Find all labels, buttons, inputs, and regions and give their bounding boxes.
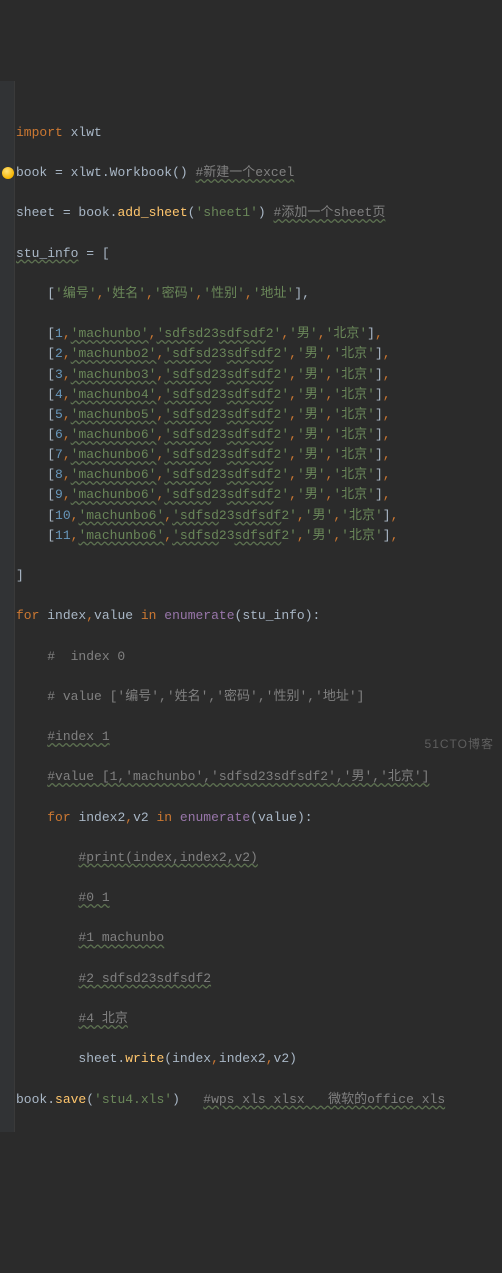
code-line: #4 北京 <box>16 1009 502 1029</box>
code-line: book.save('stu4.xls') #wps xls xlsx 微软的o… <box>16 1090 502 1110</box>
comment: #1 machunbo <box>78 930 164 945</box>
comment: #value [1,'machunbo','sdfsd23sdfsdf2','男… <box>47 769 429 784</box>
code-line: book = xlwt.Workbook() #新建一个excel <box>16 163 502 183</box>
var: book <box>16 165 47 180</box>
table-row: [2,'machunbo2','sdfsd23sdfsdf2','男','北京'… <box>16 344 502 364</box>
code-line: #value [1,'machunbo','sdfsd23sdfsdf2','男… <box>16 767 502 787</box>
comment: # index 0 <box>47 649 125 664</box>
comment: #添加一个sheet页 <box>274 205 386 220</box>
code-line: sheet = book.add_sheet('sheet1') #添加一个sh… <box>16 203 502 223</box>
code-line: #print(index,index2,v2) <box>16 848 502 868</box>
table-row: [1,'machunbo','sdfsd23sdfsdf2','男','北京']… <box>16 324 502 344</box>
keyword: import <box>16 125 63 140</box>
data-rows: [1,'machunbo','sdfsd23sdfsdf2','男','北京']… <box>16 324 502 546</box>
code-line: for index,value in enumerate(stu_info): <box>16 606 502 626</box>
code-line: ] <box>16 566 502 586</box>
string: 'sheet1' <box>195 205 257 220</box>
comment: #新建一个excel <box>196 165 295 180</box>
code-line: sheet.write(index,index2,v2) <box>16 1049 502 1069</box>
comment: #0 1 <box>78 890 109 905</box>
table-row: [6,'machunbo6','sdfsd23sdfsdf2','男','北京'… <box>16 425 502 445</box>
comment: #index 1 <box>47 729 109 744</box>
module: xlwt <box>71 125 102 140</box>
code-editor[interactable]: import xlwt book = xlwt.Workbook() #新建一个… <box>0 81 502 1132</box>
code-line: for index2,v2 in enumerate(value): <box>16 808 502 828</box>
code-line: #1 machunbo <box>16 928 502 948</box>
builtin: enumerate <box>180 810 250 825</box>
comment: #2 sdfsd23sdfsdf2 <box>78 971 211 986</box>
class: Workbook <box>110 165 172 180</box>
table-row: [7,'machunbo6','sdfsd23sdfsdf2','男','北京'… <box>16 445 502 465</box>
table-row: [9,'machunbo6','sdfsd23sdfsdf2','男','北京'… <box>16 485 502 505</box>
comment: #wps xls xlsx 微软的office xls <box>203 1092 445 1107</box>
gutter <box>0 81 15 1132</box>
table-row: [5,'machunbo5','sdfsd23sdfsdf2','男','北京'… <box>16 405 502 425</box>
code-line: # index 0 <box>16 647 502 667</box>
table-row: [3,'machunbo3','sdfsd23sdfsdf2','男','北京'… <box>16 365 502 385</box>
table-row: [8,'machunbo6','sdfsd23sdfsdf2','男','北京'… <box>16 465 502 485</box>
watermark: 51CTO博客 <box>425 735 494 754</box>
builtin: enumerate <box>164 608 234 623</box>
table-row: [11,'machunbo6','sdfsd23sdfsdf2','男','北京… <box>16 526 502 546</box>
code-line: import xlwt <box>16 123 502 143</box>
bulb-icon[interactable] <box>2 167 14 179</box>
code-line: ['编号','姓名','密码','性别','地址'], <box>16 284 502 304</box>
function: add_sheet <box>117 205 187 220</box>
table-row: [4,'machunbo4','sdfsd23sdfsdf2','男','北京'… <box>16 385 502 405</box>
code-line: stu_info = [ <box>16 244 502 264</box>
comment: #4 北京 <box>78 1011 127 1026</box>
comment: # value ['编号','姓名','密码','性别','地址'] <box>47 689 364 704</box>
table-row: [10,'machunbo6','sdfsd23sdfsdf2','男','北京… <box>16 506 502 526</box>
code-line: # value ['编号','姓名','密码','性别','地址'] <box>16 687 502 707</box>
comment: #print(index,index2,v2) <box>78 850 257 865</box>
code-line: #0 1 <box>16 888 502 908</box>
code-line: #2 sdfsd23sdfsdf2 <box>16 969 502 989</box>
